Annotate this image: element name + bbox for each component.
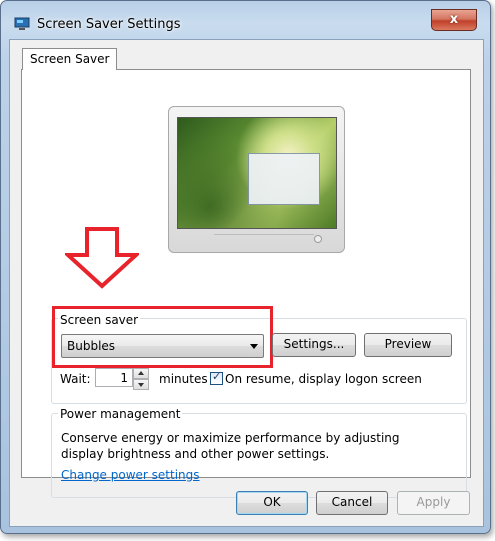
- preview-window-thumbnail: [248, 153, 320, 205]
- change-power-settings-link[interactable]: Change power settings: [61, 468, 200, 482]
- chevron-down-icon: [250, 344, 258, 349]
- spin-down-icon[interactable]: [133, 379, 149, 390]
- tab-panel: Screen saver Bubbles Settings... Preview…: [21, 69, 471, 498]
- spin-up-icon[interactable]: [133, 368, 149, 379]
- minutes-label: minutes: [159, 372, 208, 386]
- preview-button[interactable]: Preview: [364, 333, 452, 357]
- wait-minutes-input[interactable]: [95, 368, 133, 387]
- display-icon: [14, 17, 30, 30]
- close-icon: x: [449, 12, 459, 27]
- wait-label: Wait:: [60, 372, 91, 386]
- ok-button[interactable]: OK: [236, 491, 308, 515]
- screen-saver-group-label: Screen saver: [58, 313, 141, 327]
- wait-spinner[interactable]: [133, 368, 149, 390]
- monitor-preview: [168, 106, 345, 253]
- close-button[interactable]: x: [431, 9, 477, 31]
- checkmark-icon: ✓: [212, 370, 222, 383]
- power-description: Conserve energy or maximize performance …: [61, 431, 400, 461]
- down-arrow-annotation: [65, 227, 139, 289]
- screen-saver-selected: Bubbles: [67, 339, 116, 353]
- on-resume-checkbox[interactable]: ✓: [210, 370, 223, 385]
- on-resume-label[interactable]: On resume, display logon screen: [225, 372, 422, 386]
- monitor-power-icon: [314, 235, 322, 243]
- screen-preview-image: [177, 117, 337, 229]
- dialog-client-area: Screen Saver Screen saver Bubbles Settin…: [9, 39, 484, 527]
- settings-button[interactable]: Settings...: [272, 333, 356, 357]
- cancel-button[interactable]: Cancel: [316, 491, 388, 515]
- title-bar[interactable]: Screen Saver Settings x: [1, 1, 490, 33]
- power-group-label: Power management: [58, 407, 183, 421]
- window-title: Screen Saver Settings: [37, 17, 181, 32]
- screen-saver-settings-window: Screen Saver Settings x Screen Saver Scr…: [0, 0, 491, 534]
- apply-button[interactable]: Apply: [397, 491, 470, 515]
- tab-screen-saver[interactable]: Screen Saver: [22, 48, 118, 70]
- screen-saver-dropdown[interactable]: Bubbles: [61, 334, 264, 358]
- monitor-bezel: [214, 234, 314, 245]
